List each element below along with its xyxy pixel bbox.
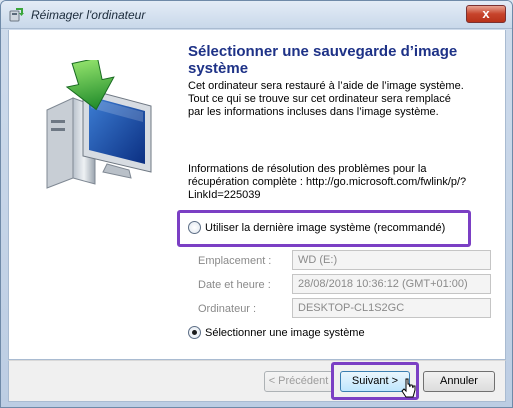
latest-image-option[interactable]: Utiliser la dernière image système (reco… <box>188 221 445 234</box>
select-image-option[interactable]: Sélectionner une image système <box>188 326 365 339</box>
troubleshooting-info: Informations de résolution des problèmes… <box>188 163 467 201</box>
select-image-radio[interactable] <box>188 326 201 339</box>
previous-button[interactable]: < Précédent <box>264 371 333 392</box>
latest-image-label: Utiliser la dernière image système (reco… <box>205 221 446 234</box>
intro-text: Cet ordinateur sera restauré à l’aide de… <box>188 80 464 118</box>
select-image-label: Sélectionner une image système <box>205 326 365 339</box>
latest-image-radio[interactable] <box>188 221 201 234</box>
window-title: Réimager l'ordinateur <box>31 8 146 22</box>
location-label: Emplacement : <box>198 255 272 267</box>
page-heading: Sélectionner une sauvegarde d’image syst… <box>188 43 458 77</box>
close-button[interactable]: x <box>466 5 506 23</box>
backup-app-icon <box>9 8 24 22</box>
wizard-content: Sélectionner une sauvegarde d’image syst… <box>8 30 506 360</box>
reimage-dialog: Réimager l'ordinateur x Sélectionner une… <box>0 0 513 408</box>
computer-restore-illustration <box>46 60 152 189</box>
datetime-field: 28/08/2018 10:36:12 (GMT+01:00) <box>292 274 491 294</box>
button-bar: < Précédent Suivant > Annuler <box>8 360 506 402</box>
computer-field: DESKTOP-CL1S2GC <box>292 298 491 318</box>
next-button[interactable]: Suivant > <box>340 371 410 392</box>
cancel-button[interactable]: Annuler <box>423 371 495 392</box>
location-field: WD (E:) <box>292 250 491 270</box>
datetime-label: Date et heure : <box>198 279 271 291</box>
mouse-pointer-icon <box>401 378 416 398</box>
computer-label: Ordinateur : <box>198 303 257 315</box>
title-bar: Réimager l'ordinateur x <box>1 1 512 29</box>
